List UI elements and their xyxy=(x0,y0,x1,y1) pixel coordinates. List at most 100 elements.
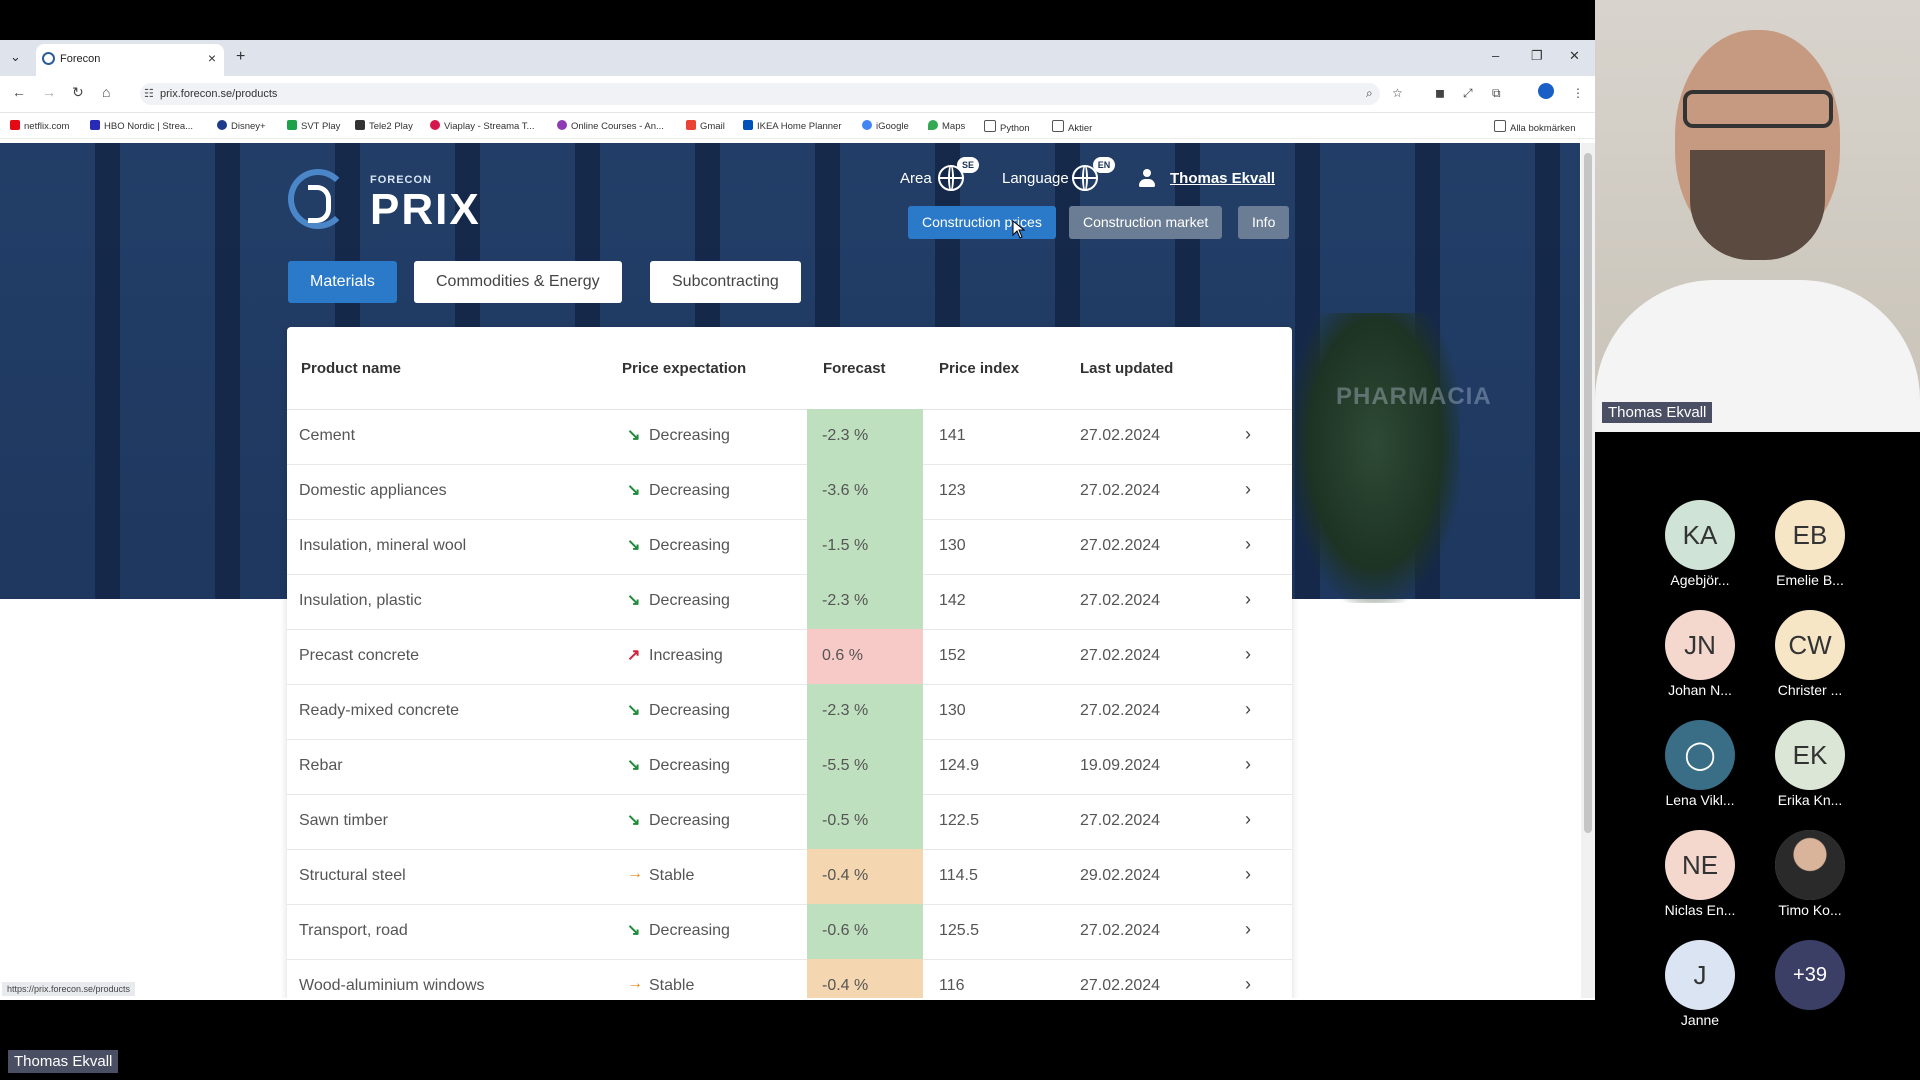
participant-avatar[interactable]: ◯ xyxy=(1665,720,1735,790)
participant-avatar[interactable]: KA xyxy=(1665,500,1735,570)
bookmark-aktier[interactable]: Aktier xyxy=(1052,120,1092,134)
logo-prix-text[interactable]: PRIX xyxy=(370,185,481,235)
participant-name: Niclas En... xyxy=(1664,902,1736,918)
last-updated: 27.02.2024 xyxy=(1080,812,1161,829)
table-row[interactable]: Sawn timber ↘ Decreasing -0.5 % 122.5 27.02.2… xyxy=(287,794,1292,850)
participant-avatar[interactable]: EB xyxy=(1775,500,1845,570)
chevron-right-icon[interactable]: › xyxy=(1245,479,1251,500)
chevron-right-icon[interactable]: › xyxy=(1245,424,1251,445)
speaker-video[interactable] xyxy=(1595,0,1920,432)
participant-avatar[interactable]: JN xyxy=(1665,610,1735,680)
zoom-icon[interactable]: ⌕ xyxy=(1366,86,1373,101)
product-name: Transport, road xyxy=(299,922,408,939)
all-bookmarks[interactable]: Alla bokmärken xyxy=(1494,120,1575,134)
bookmark-star-icon[interactable]: ☆ xyxy=(1392,86,1403,100)
col-price-expectation[interactable]: Price expectation xyxy=(622,360,746,377)
table-row[interactable]: Wood-aluminium windows → Stable -0.4 % 116 27… xyxy=(287,959,1292,998)
product-name: Insulation, mineral wool xyxy=(299,537,467,554)
chevron-right-icon[interactable]: › xyxy=(1245,919,1251,940)
col-product-name[interactable]: Product name xyxy=(301,360,401,377)
user-name-link[interactable]: Thomas Ekvall xyxy=(1170,170,1275,187)
forecast-cell: -0.4 % xyxy=(807,959,923,998)
participant-avatar[interactable]: NE xyxy=(1665,830,1735,900)
extension-icon[interactable]: ◼ xyxy=(1435,86,1445,100)
bookmark-tele2[interactable]: Tele2 Play xyxy=(355,120,413,132)
chevron-right-icon[interactable]: › xyxy=(1245,644,1251,665)
bookmark-online-courses[interactable]: Online Courses - An... xyxy=(557,120,664,132)
table-row[interactable]: Ready-mixed concrete ↘ Decreasing -2.3 % 130… xyxy=(287,684,1292,740)
forecast-value: -2.3 % xyxy=(822,427,869,444)
nav-construction-prices[interactable]: Construction prices xyxy=(908,206,1056,239)
table-row[interactable]: Transport, road ↘ Decreasing -0.6 % 125.5 27.… xyxy=(287,904,1292,960)
chevron-right-icon[interactable]: › xyxy=(1245,809,1251,830)
extensions-puzzle-icon[interactable]: ⧉ xyxy=(1492,86,1501,101)
chevron-right-icon[interactable]: › xyxy=(1245,534,1251,555)
chevron-right-icon[interactable]: › xyxy=(1245,754,1251,775)
chevron-right-icon[interactable]: › xyxy=(1245,589,1251,610)
close-tab-icon[interactable]: × xyxy=(208,50,216,66)
tab-commodities-energy[interactable]: Commodities & Energy xyxy=(414,261,622,303)
bookmark-svt[interactable]: SVT Play xyxy=(287,120,340,132)
address-bar[interactable]: ☷ prix.forecon.se/products xyxy=(140,83,1380,105)
bookmark-netflix[interactable]: netflix.com xyxy=(10,120,69,132)
more-participants-button[interactable]: +39 xyxy=(1775,940,1845,1010)
area-code-badge[interactable]: SE xyxy=(957,157,979,173)
new-tab-icon[interactable]: + xyxy=(236,48,245,66)
product-name: Structural steel xyxy=(299,867,406,884)
back-icon[interactable]: ← xyxy=(12,84,26,100)
bookmark-label: Tele2 Play xyxy=(369,121,413,132)
participant-avatar[interactable] xyxy=(1775,830,1845,900)
chevron-right-icon[interactable]: › xyxy=(1245,864,1251,885)
menu-kebab-icon[interactable]: ⋮ xyxy=(1572,86,1584,100)
language-code-badge[interactable]: EN xyxy=(1093,157,1115,173)
forecon-logo-mark-icon[interactable] xyxy=(288,169,348,229)
chevron-right-icon[interactable]: › xyxy=(1245,699,1251,720)
tab-subcontracting[interactable]: Subcontracting xyxy=(650,261,801,303)
col-last-updated[interactable]: Last updated xyxy=(1080,360,1173,377)
bookmark-igoogle[interactable]: iGoogle xyxy=(862,120,909,132)
site-info-icon[interactable]: ☷ xyxy=(144,87,154,100)
table-row[interactable]: Domestic appliances ↘ Decreasing -3.6 % 123 2… xyxy=(287,464,1292,520)
col-price-index[interactable]: Price index xyxy=(939,360,1019,377)
bookmark-gmail[interactable]: Gmail xyxy=(686,120,725,132)
user-icon[interactable] xyxy=(1138,169,1156,189)
bookmark-python[interactable]: Python xyxy=(984,120,1030,134)
close-window-icon[interactable]: ✕ xyxy=(1569,48,1580,64)
bookmark-disney[interactable]: Disney+ xyxy=(217,120,266,132)
browser-tab[interactable]: Forecon × xyxy=(36,44,224,76)
nav-info[interactable]: Info xyxy=(1238,206,1290,239)
tab-search-icon[interactable]: ⌄ xyxy=(10,49,21,65)
nav-construction-market[interactable]: Construction market xyxy=(1069,206,1223,239)
table-row[interactable]: Rebar ↘ Decreasing -5.5 % 124.9 19.09.2024 › xyxy=(287,739,1292,795)
price-expectation: Decreasing xyxy=(649,922,730,939)
home-icon[interactable]: ⌂ xyxy=(102,84,110,100)
tab-materials[interactable]: Materials xyxy=(288,261,397,303)
restore-icon[interactable]: ❐ xyxy=(1531,48,1543,64)
participant-avatar[interactable]: EK xyxy=(1775,720,1845,790)
table-row[interactable]: Precast concrete ↗ Increasing 0.6 % 152 27.02… xyxy=(287,629,1292,685)
table-row[interactable]: Cement ↘ Decreasing -2.3 % 141 27.02.2024 › xyxy=(287,409,1292,465)
decreasing-arrow-icon: ↘ xyxy=(627,922,641,939)
bookmark-hbo[interactable]: HBO Nordic | Strea... xyxy=(90,120,193,132)
forward-icon[interactable]: → xyxy=(42,84,56,100)
last-updated: 27.02.2024 xyxy=(1080,922,1161,939)
cast-icon[interactable]: ⤢ xyxy=(1463,86,1473,101)
price-expectation: Increasing xyxy=(649,647,723,664)
bookmark-viaplay[interactable]: Viaplay - Streama T... xyxy=(430,120,534,132)
table-row[interactable]: Structural steel → Stable -0.4 % 114.5 29.02.… xyxy=(287,849,1292,905)
chevron-right-icon[interactable]: › xyxy=(1245,974,1251,995)
minimize-icon[interactable]: – xyxy=(1492,48,1499,63)
bookmark-ikea[interactable]: IKEA Home Planner xyxy=(743,120,842,132)
scrollbar-thumb[interactable] xyxy=(1584,153,1592,833)
page-scrollbar[interactable] xyxy=(1581,143,1595,998)
forecast-value: 0.6 % xyxy=(822,647,863,664)
bookmark-maps[interactable]: Maps xyxy=(928,120,965,132)
reload-icon[interactable]: ↻ xyxy=(72,84,84,101)
bookmark-label: Gmail xyxy=(700,121,725,132)
participant-avatar[interactable]: J xyxy=(1665,940,1735,1010)
table-row[interactable]: Insulation, mineral wool ↘ Decreasing -1.5 … xyxy=(287,519,1292,575)
table-row[interactable]: Insulation, plastic ↘ Decreasing -2.3 % 142 2… xyxy=(287,574,1292,630)
profile-icon[interactable] xyxy=(1538,83,1554,99)
participant-avatar[interactable]: CW xyxy=(1775,610,1845,680)
col-forecast[interactable]: Forecast xyxy=(823,360,886,377)
